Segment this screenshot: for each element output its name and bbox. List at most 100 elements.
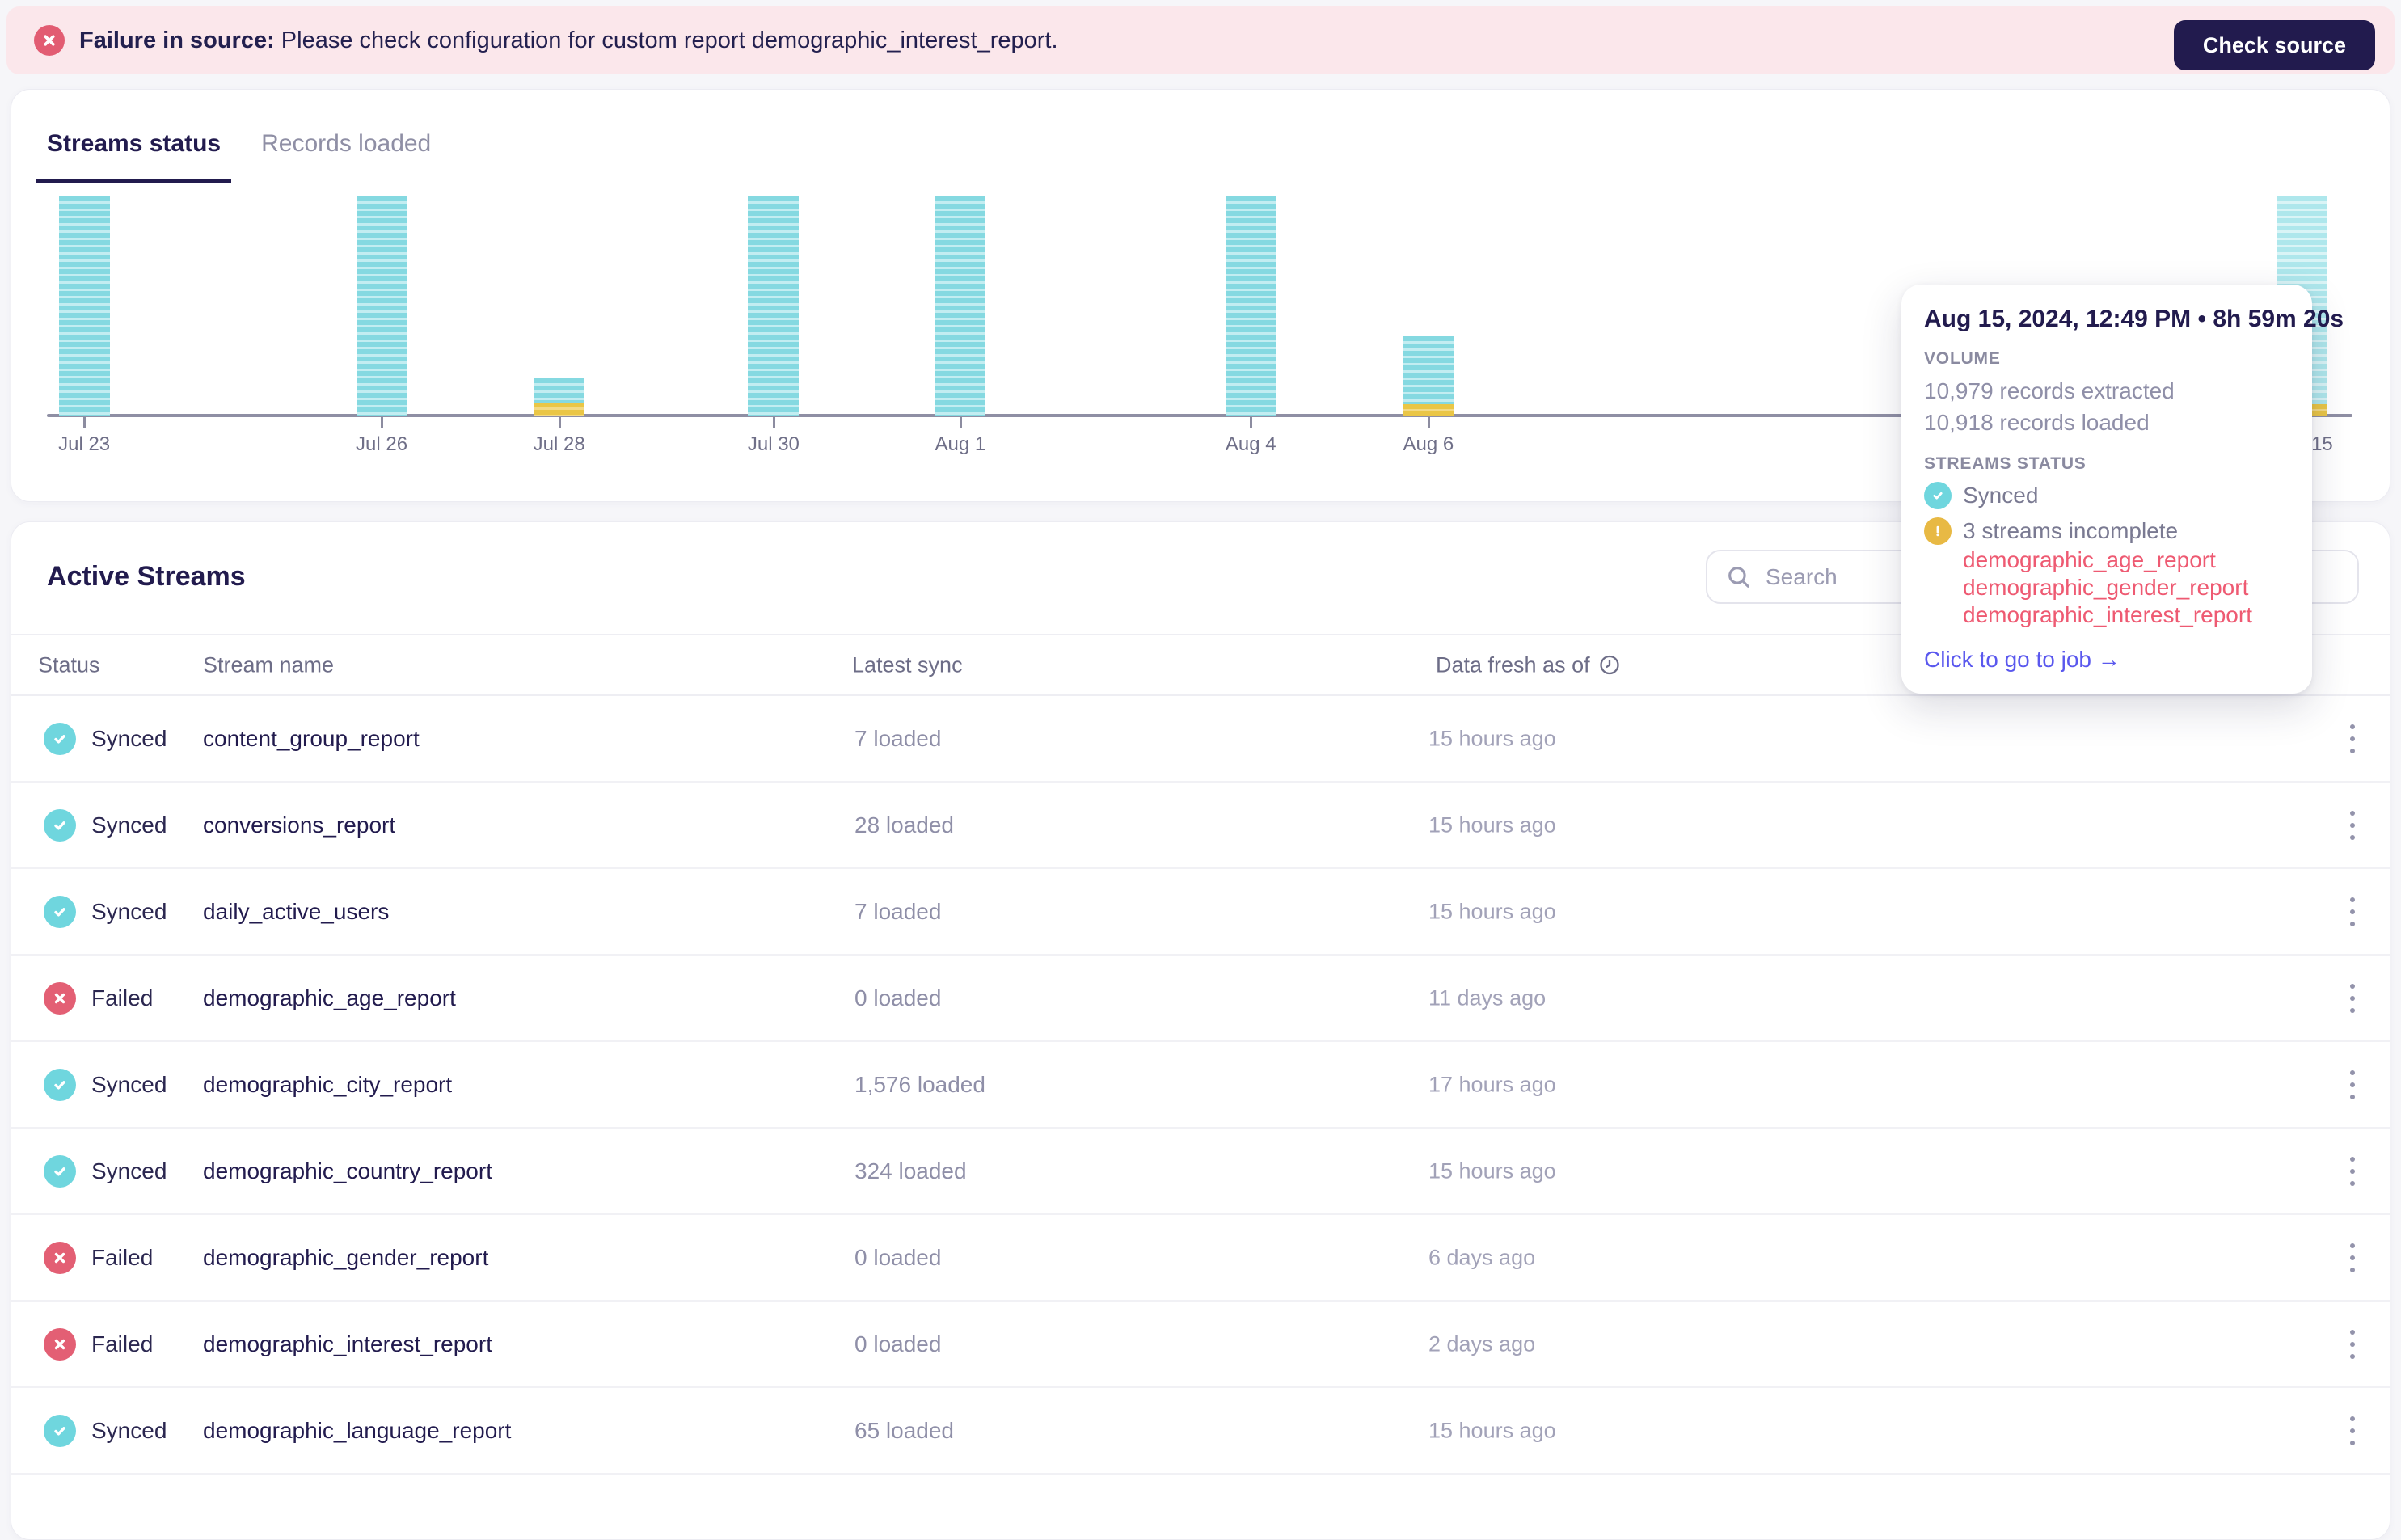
chart-bar-aug-1[interactable]: Aug 1	[935, 196, 986, 455]
go-to-job-link[interactable]: Click to go to job →	[1924, 647, 2120, 673]
row-menu-button[interactable]	[2336, 1318, 2369, 1370]
status-label: Failed	[91, 1244, 154, 1270]
tooltip-records-loaded: 10,918 records loaded	[1924, 410, 2150, 435]
axis-tick	[959, 417, 962, 428]
data-fresh-value: 2 days ago	[1428, 1331, 1536, 1356]
status-label: Failed	[91, 985, 154, 1010]
table-row: Synced content_group_report 7 loaded 15 …	[11, 696, 2390, 783]
status-label: Failed	[91, 1331, 154, 1356]
data-fresh-value: 15 hours ago	[1428, 726, 1556, 750]
tooltip-synced-label: Synced	[1963, 483, 2039, 508]
column-header-latest-sync: Latest sync	[852, 652, 963, 677]
tooltip-records-extracted: 10,979 records extracted	[1924, 378, 2175, 403]
x-axis-label: Jul 23	[58, 433, 111, 455]
chart-bar-jul-30[interactable]: Jul 30	[748, 196, 800, 455]
tab-records-loaded[interactable]: Records loaded	[251, 130, 441, 183]
stream-name: demographic_gender_report	[203, 1244, 489, 1270]
row-menu-button[interactable]	[2336, 713, 2369, 765]
row-menu-button[interactable]	[2336, 800, 2369, 851]
chart-bar-jul-28[interactable]: Jul 28	[534, 196, 585, 455]
axis-tick	[772, 417, 775, 428]
tooltip-streams-status-label: STREAMS STATUS	[1924, 454, 2087, 473]
latest-sync-value: 324 loaded	[854, 1158, 967, 1183]
warning-icon	[1924, 517, 1952, 545]
x-axis-label: Jul 28	[533, 433, 585, 455]
row-menu-button[interactable]	[2336, 1059, 2369, 1111]
warning-segment	[534, 403, 585, 416]
streams-table-body: Synced content_group_report 7 loaded 15 …	[11, 696, 2390, 1475]
banner-message: Failure in source: Please check configur…	[79, 27, 1058, 54]
synced-status-icon	[44, 722, 76, 755]
synced-status-icon	[44, 895, 76, 928]
row-menu-button[interactable]	[2336, 1405, 2369, 1457]
data-fresh-value: 6 days ago	[1428, 1245, 1536, 1269]
stream-name: content_group_report	[203, 725, 420, 751]
column-header-data-fresh-label: Data fresh as of	[1436, 652, 1590, 677]
data-fresh-value: 15 hours ago	[1428, 899, 1556, 923]
status-label: Synced	[91, 898, 167, 924]
row-menu-button[interactable]	[2336, 1232, 2369, 1284]
table-row: Synced demographic_country_report 324 lo…	[11, 1129, 2390, 1215]
axis-tick	[1250, 417, 1253, 428]
tab-streams-status[interactable]: Streams status	[36, 130, 232, 183]
axis-tick	[1427, 417, 1430, 428]
status-label: Synced	[91, 725, 167, 751]
x-axis-label: Jul 30	[747, 433, 800, 455]
chart-bar-jul-26[interactable]: Jul 26	[356, 196, 407, 455]
failed-status-icon	[44, 1241, 76, 1274]
failed-stream-link[interactable]: demographic_gender_report	[1963, 574, 2285, 601]
row-menu-button[interactable]	[2336, 886, 2369, 938]
axis-tick	[381, 417, 384, 428]
stream-name: daily_active_users	[203, 898, 390, 924]
latest-sync-value: 0 loaded	[854, 985, 942, 1010]
column-header-stream-name: Stream name	[203, 652, 335, 677]
status-label: Synced	[91, 1417, 167, 1443]
table-row: Synced demographic_city_report 1,576 loa…	[11, 1042, 2390, 1129]
stream-name: demographic_city_report	[203, 1071, 453, 1097]
failed-status-icon	[44, 1327, 76, 1361]
banner-message-rest: Please check configuration for custom re…	[274, 27, 1058, 53]
clock-icon[interactable]	[1598, 654, 1621, 677]
synced-status-icon	[44, 1068, 76, 1101]
latest-sync-value: 7 loaded	[854, 898, 942, 924]
latest-sync-value: 0 loaded	[854, 1244, 942, 1270]
stream-name: demographic_interest_report	[203, 1331, 492, 1356]
chart-bar-jul-23[interactable]: Jul 23	[58, 196, 110, 455]
latest-sync-value: 65 loaded	[854, 1417, 955, 1443]
page-title: Active Streams	[47, 561, 246, 592]
error-banner: Failure in source: Please check configur…	[6, 6, 2395, 74]
data-fresh-value: 11 days ago	[1428, 985, 1547, 1010]
status-label: Synced	[91, 1071, 167, 1097]
row-menu-button[interactable]	[2336, 1146, 2369, 1197]
table-row: Failed demographic_gender_report 0 loade…	[11, 1215, 2390, 1302]
status-label: Synced	[91, 812, 167, 838]
synced-status-icon	[44, 808, 76, 842]
x-axis-label: Aug 4	[1225, 433, 1276, 455]
data-fresh-value: 17 hours ago	[1428, 1072, 1556, 1096]
table-row: Failed demographic_interest_report 0 loa…	[11, 1302, 2390, 1388]
warning-segment	[1403, 404, 1454, 416]
tooltip-incomplete-label: 3 streams incomplete	[1963, 518, 2179, 543]
column-header-status: Status	[38, 652, 100, 677]
data-fresh-value: 15 hours ago	[1428, 812, 1556, 837]
tooltip-failed-streams: demographic_age_report demographic_gender…	[1963, 546, 2285, 629]
latest-sync-value: 1,576 loaded	[854, 1071, 985, 1097]
x-axis-label: Jul 26	[356, 433, 408, 455]
synced-status-icon	[1924, 482, 1952, 509]
failed-stream-link[interactable]: demographic_interest_report	[1963, 601, 2285, 629]
chart-tabs: Streams status Records loaded	[36, 130, 441, 183]
sync-tooltip: Aug 15, 2024, 12:49 PM • 8h 59m 20s VOLU…	[1901, 285, 2344, 694]
failed-stream-link[interactable]: demographic_age_report	[1963, 546, 2285, 574]
axis-tick	[558, 417, 561, 428]
check-source-button[interactable]: Check source	[2173, 20, 2375, 70]
row-menu-button[interactable]	[2336, 973, 2369, 1024]
stream-name: demographic_country_report	[203, 1158, 492, 1183]
chart-bar-aug-6[interactable]: Aug 6	[1403, 196, 1454, 455]
banner-message-bold: Failure in source:	[79, 27, 275, 53]
data-fresh-value: 15 hours ago	[1428, 1158, 1556, 1183]
synced-status-icon	[44, 1414, 76, 1447]
chart-bar-aug-4[interactable]: Aug 4	[1225, 196, 1276, 455]
failed-status-icon	[44, 981, 76, 1015]
x-axis-label: Aug 1	[935, 433, 986, 455]
tooltip-volume-label: VOLUME	[1924, 349, 2001, 368]
